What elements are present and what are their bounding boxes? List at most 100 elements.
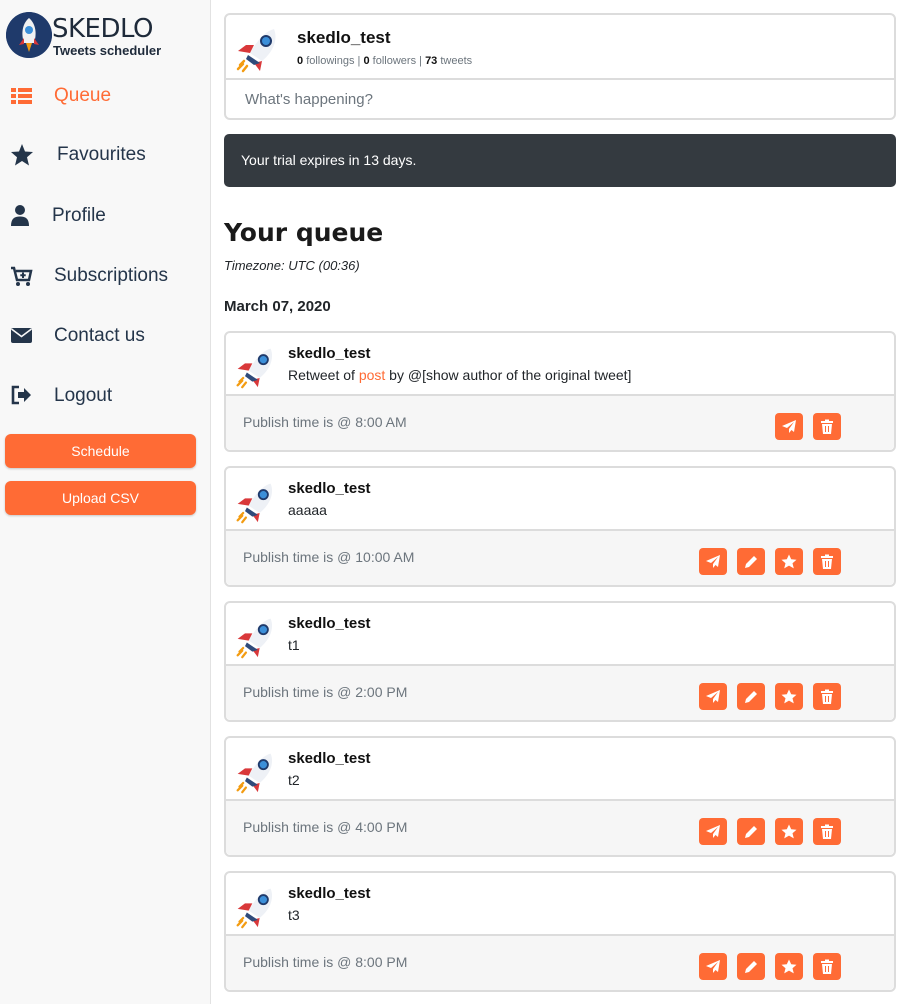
tweet-username: skedlo_test [288, 750, 371, 767]
sidebar-item-profile[interactable]: Profile [0, 196, 210, 236]
timezone-label: Timezone: UTC (00:36) [224, 258, 360, 273]
trash-icon [821, 554, 833, 569]
tweet-header: skedlo_testaaaaa [226, 468, 894, 531]
tweet-username: skedlo_test [288, 885, 371, 902]
delete-button[interactable] [813, 683, 841, 710]
sidebar: SKEDLO Tweets scheduler Queue Favourites… [0, 0, 211, 1004]
schedule-button[interactable]: Schedule [5, 434, 196, 468]
trash-icon [821, 824, 833, 839]
upload-csv-button[interactable]: Upload CSV [5, 481, 196, 515]
paper-plane-icon [706, 555, 720, 568]
list-icon [11, 88, 32, 104]
tweet-text: t1 [288, 637, 300, 653]
user-icon [11, 205, 29, 226]
tweet-text-part: t3 [288, 907, 300, 923]
queued-tweet-card: skedlo_test Retweet of post by @[show aut… [224, 331, 896, 452]
tweet-footer: Publish time is @ 2:00 PM [226, 666, 894, 720]
edit-button[interactable] [737, 548, 765, 575]
star-icon [781, 689, 797, 704]
tweets-count: 73 [425, 55, 438, 67]
favourite-button[interactable] [775, 953, 803, 980]
pencil-icon [745, 961, 757, 973]
pencil-icon [745, 556, 757, 568]
edit-button[interactable] [737, 683, 765, 710]
delete-button[interactable] [813, 953, 841, 980]
tweet-footer: Publish time is @ 8:00 AM [226, 396, 894, 450]
sidebar-item-contact[interactable]: Contact us [0, 316, 210, 356]
sidebar-item-subscriptions[interactable]: Subscriptions [0, 256, 210, 296]
publish-time: Publish time is @ 2:00 PM [243, 684, 408, 700]
logout-icon [11, 385, 31, 405]
send-button[interactable] [699, 818, 727, 845]
delete-button[interactable] [813, 548, 841, 575]
tweet-footer: Publish time is @ 4:00 PM [226, 801, 894, 855]
rocket-avatar-icon [236, 888, 273, 929]
rocket-avatar-icon [236, 483, 273, 524]
send-button[interactable] [775, 413, 803, 440]
logo-name: SKEDLO [52, 14, 154, 44]
trial-notice: Your trial expires in 13 days. [224, 134, 896, 187]
sidebar-item-label: Favourites [57, 144, 146, 165]
queued-tweet-card: skedlo_test t2 Publish time is @ 4:00 PM [224, 736, 896, 857]
followings-label: followings [306, 55, 355, 67]
sidebar-item-queue[interactable]: Queue [0, 76, 210, 116]
tweet-footer: Publish time is @ 8:00 PM [226, 936, 894, 990]
sidebar-item-label: Subscriptions [54, 265, 169, 286]
profile-card: skedlo_test 0 followings | 0 followers |… [224, 13, 896, 120]
pencil-icon [745, 826, 757, 838]
followers-count: 0 [363, 55, 370, 67]
favourite-button[interactable] [775, 818, 803, 845]
tweet-text-part: by @[show author of the original tweet] [385, 367, 632, 383]
sidebar-item-label: Profile [52, 205, 106, 226]
favourite-button[interactable] [775, 548, 803, 575]
send-button[interactable] [699, 683, 727, 710]
tweet-username: skedlo_test [288, 480, 371, 497]
compose-tweet-input[interactable] [245, 91, 845, 108]
paper-plane-icon [706, 960, 720, 973]
rocket-logo-icon [6, 12, 52, 58]
cart-icon [11, 266, 33, 286]
send-button[interactable] [699, 548, 727, 575]
envelope-icon [11, 328, 32, 343]
followings-count: 0 [297, 55, 304, 67]
sidebar-item-logout[interactable]: Logout [0, 376, 210, 416]
tweet-text-part: t1 [288, 637, 300, 653]
page-title: Your queue [224, 218, 384, 247]
trash-icon [821, 419, 833, 434]
sidebar-item-label: Logout [54, 385, 113, 406]
tweets-label: tweets [440, 55, 473, 67]
sidebar-item-label: Contact us [54, 325, 145, 346]
send-button[interactable] [699, 953, 727, 980]
rocket-avatar-icon [236, 618, 273, 659]
publish-time: Publish time is @ 8:00 PM [243, 954, 408, 970]
tweet-header: skedlo_test t1 [226, 603, 894, 666]
pencil-icon [745, 691, 757, 703]
tweet-header: skedlo_test Retweet of post by @[show aut… [226, 333, 894, 396]
queued-tweet-card: skedlo_test t3 Publish time is @ 8:00 PM [224, 871, 896, 992]
trash-icon [821, 689, 833, 704]
tweet-text-part: Retweet of [288, 367, 359, 383]
app-logo[interactable]: SKEDLO Tweets scheduler [6, 12, 206, 60]
followers-label: followers [372, 55, 417, 67]
edit-button[interactable] [737, 818, 765, 845]
publish-time: Publish time is @ 10:00 AM [243, 549, 415, 565]
star-icon [11, 144, 33, 166]
tweet-text-part: aaaaa [288, 502, 327, 518]
delete-button[interactable] [813, 413, 841, 440]
original-post-link[interactable]: post [359, 367, 385, 383]
tweet-text: aaaaa [288, 502, 327, 518]
star-icon [781, 824, 797, 839]
tweet-username: skedlo_test [288, 345, 371, 362]
queue-date-heading: March 07, 2020 [224, 298, 331, 315]
paper-plane-icon [706, 690, 720, 703]
edit-button[interactable] [737, 953, 765, 980]
tweet-text-part: t2 [288, 772, 300, 788]
delete-button[interactable] [813, 818, 841, 845]
favourite-button[interactable] [775, 683, 803, 710]
tweet-text: Retweet of post by @[show author of the … [288, 367, 631, 383]
sidebar-item-label: Queue [54, 85, 112, 106]
queued-tweet-card: skedlo_testaaaaa Publish time is @ 10:00 … [224, 466, 896, 587]
sidebar-item-favourites[interactable]: Favourites [0, 135, 210, 175]
tweet-username: skedlo_test [288, 615, 371, 632]
profile-username: skedlo_test [297, 28, 391, 47]
